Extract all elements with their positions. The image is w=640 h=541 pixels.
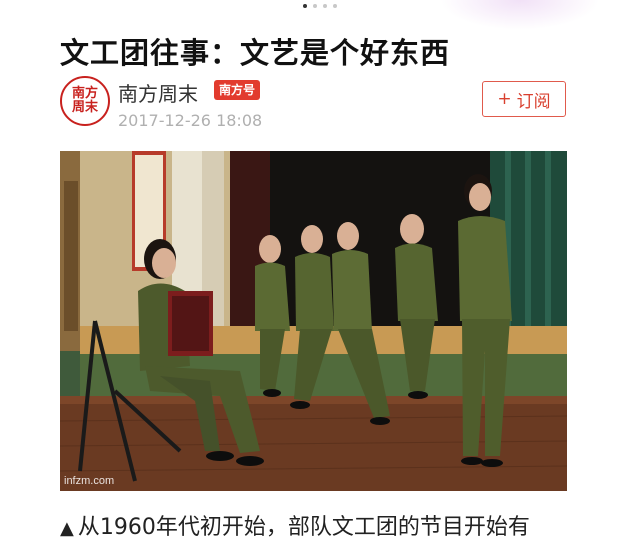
carousel-dot[interactable]: [323, 4, 327, 8]
publish-timestamp: 2017-12-26 18:08: [118, 111, 263, 130]
author-badge: 南方号: [214, 80, 261, 100]
author-logo-text: 南方周末: [71, 86, 98, 115]
plus-icon: +: [497, 89, 512, 109]
subscribe-label: 订阅: [516, 91, 551, 112]
carousel-dot[interactable]: [333, 4, 337, 8]
photo-illustration: [60, 151, 567, 491]
author-avatar[interactable]: 南方周末: [60, 76, 110, 126]
image-watermark: infzm.com: [64, 475, 115, 487]
carousel-dot[interactable]: [313, 4, 317, 8]
photo-caption: ▲ 从1960年代初开始，部队文工团的节目开始有: [60, 509, 530, 541]
carousel-dot[interactable]: [303, 4, 307, 8]
subscribe-button[interactable]: + 订阅: [482, 81, 566, 117]
caption-text: 从1960年代初开始，部队文工团的节目开始有: [77, 515, 530, 540]
author-name[interactable]: 南方周末: [118, 78, 198, 107]
article-photo[interactable]: infzm.com: [60, 151, 567, 491]
article-title: 文工团往事：文艺是个好东西: [60, 36, 451, 70]
carousel-dots: [0, 4, 640, 8]
